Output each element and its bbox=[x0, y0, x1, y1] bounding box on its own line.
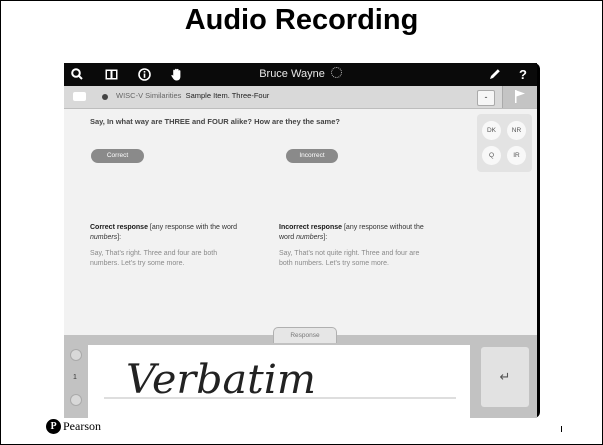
item-header-bar: WISC-V Similarities Sample Item. Three-F… bbox=[64, 86, 537, 109]
breadcrumb-subtest: WISC-V Similarities bbox=[116, 91, 182, 100]
correct-feedback-text: Say, That’s right. Three and four are bo… bbox=[90, 249, 280, 269]
handwriting-ink: Verbatim bbox=[104, 357, 456, 403]
handwriting-pad[interactable]: Verbatim bbox=[88, 345, 470, 418]
page-number: 1 bbox=[73, 374, 77, 381]
code-ir-button[interactable]: IR bbox=[507, 146, 526, 165]
incorrect-say-line2: both numbers. Let’s try some more. bbox=[279, 260, 389, 267]
incorrect-keyword: numbers bbox=[296, 234, 324, 241]
correct-button[interactable]: Correct bbox=[91, 149, 144, 163]
pencil-icon[interactable] bbox=[488, 66, 502, 82]
code-dk-button[interactable]: DK bbox=[482, 121, 501, 140]
pearson-logo-text: Pearson bbox=[63, 419, 101, 433]
help-icon[interactable]: ? bbox=[516, 66, 530, 82]
flag-icon bbox=[515, 90, 525, 103]
correct-say-line2: numbers. Let’s try some more. bbox=[90, 260, 185, 267]
app-screen: Bruce Wayne ? WISC-V Similarities Sample… bbox=[64, 63, 537, 418]
pearson-logo-mark: P bbox=[46, 419, 61, 434]
submit-response-button[interactable]: ↵ bbox=[481, 347, 529, 407]
response-tab[interactable]: Response bbox=[273, 327, 337, 343]
correct-keyword: numbers bbox=[90, 234, 118, 241]
correct-say-line1: Say, That’s right. Three and four are bo… bbox=[90, 250, 218, 257]
code-nr-button[interactable]: NR bbox=[507, 121, 526, 140]
chat-bubble-icon[interactable] bbox=[73, 92, 86, 101]
incorrect-desc-word-prefix: word bbox=[279, 234, 297, 241]
record-indicator-icon bbox=[102, 94, 108, 100]
response-area: Response 1 Verbatim ↵ bbox=[64, 327, 537, 418]
flag-button[interactable] bbox=[502, 86, 537, 108]
correct-desc-end: ]: bbox=[117, 234, 122, 241]
minimize-button[interactable]: - bbox=[477, 90, 495, 106]
incorrect-heading-label: Incorrect response bbox=[279, 224, 343, 231]
incorrect-say-line1: Say, That’s not quite right. Three and f… bbox=[279, 250, 420, 257]
top-toolbar: Bruce Wayne ? bbox=[64, 63, 537, 86]
incorrect-feedback-text: Say, That’s not quite right. Three and f… bbox=[279, 249, 479, 269]
scroll-up-icon[interactable] bbox=[70, 349, 82, 361]
item-content: Say, In what way are THREE and FOUR alik… bbox=[64, 109, 537, 335]
response-codes-panel: DK NR Q IR bbox=[477, 114, 532, 172]
handwritten-response: Verbatim bbox=[126, 357, 316, 403]
item-prompt: Say, In what way are THREE and FOUR alik… bbox=[90, 117, 340, 126]
correct-desc: [any response with the word bbox=[147, 224, 238, 231]
examinee-name: Bruce Wayne bbox=[64, 67, 537, 80]
incorrect-desc-end: ]: bbox=[323, 234, 328, 241]
scroll-down-icon[interactable] bbox=[70, 394, 82, 406]
sync-spinner-icon bbox=[330, 67, 342, 78]
breadcrumb: WISC-V Similarities Sample Item. Three-F… bbox=[116, 91, 269, 100]
code-q-button[interactable]: Q bbox=[482, 146, 501, 165]
prompt-text: In what way are THREE and FOUR alike? Ho… bbox=[106, 117, 340, 126]
incorrect-response-heading: Incorrect response [any response without… bbox=[279, 223, 474, 243]
breadcrumb-item: Sample Item. Three-Four bbox=[185, 91, 270, 100]
slide-tick-mark bbox=[561, 426, 562, 432]
correct-heading-label: Correct response bbox=[90, 224, 148, 231]
pearson-logo: P Pearson bbox=[46, 419, 101, 434]
correct-response-heading: Correct response [any response with the … bbox=[90, 223, 280, 243]
incorrect-button[interactable]: Incorrect bbox=[286, 149, 338, 163]
incorrect-desc: [any response without the bbox=[342, 224, 424, 231]
prompt-say: Say, bbox=[90, 117, 105, 126]
slide-title: Audio Recording bbox=[184, 4, 419, 36]
